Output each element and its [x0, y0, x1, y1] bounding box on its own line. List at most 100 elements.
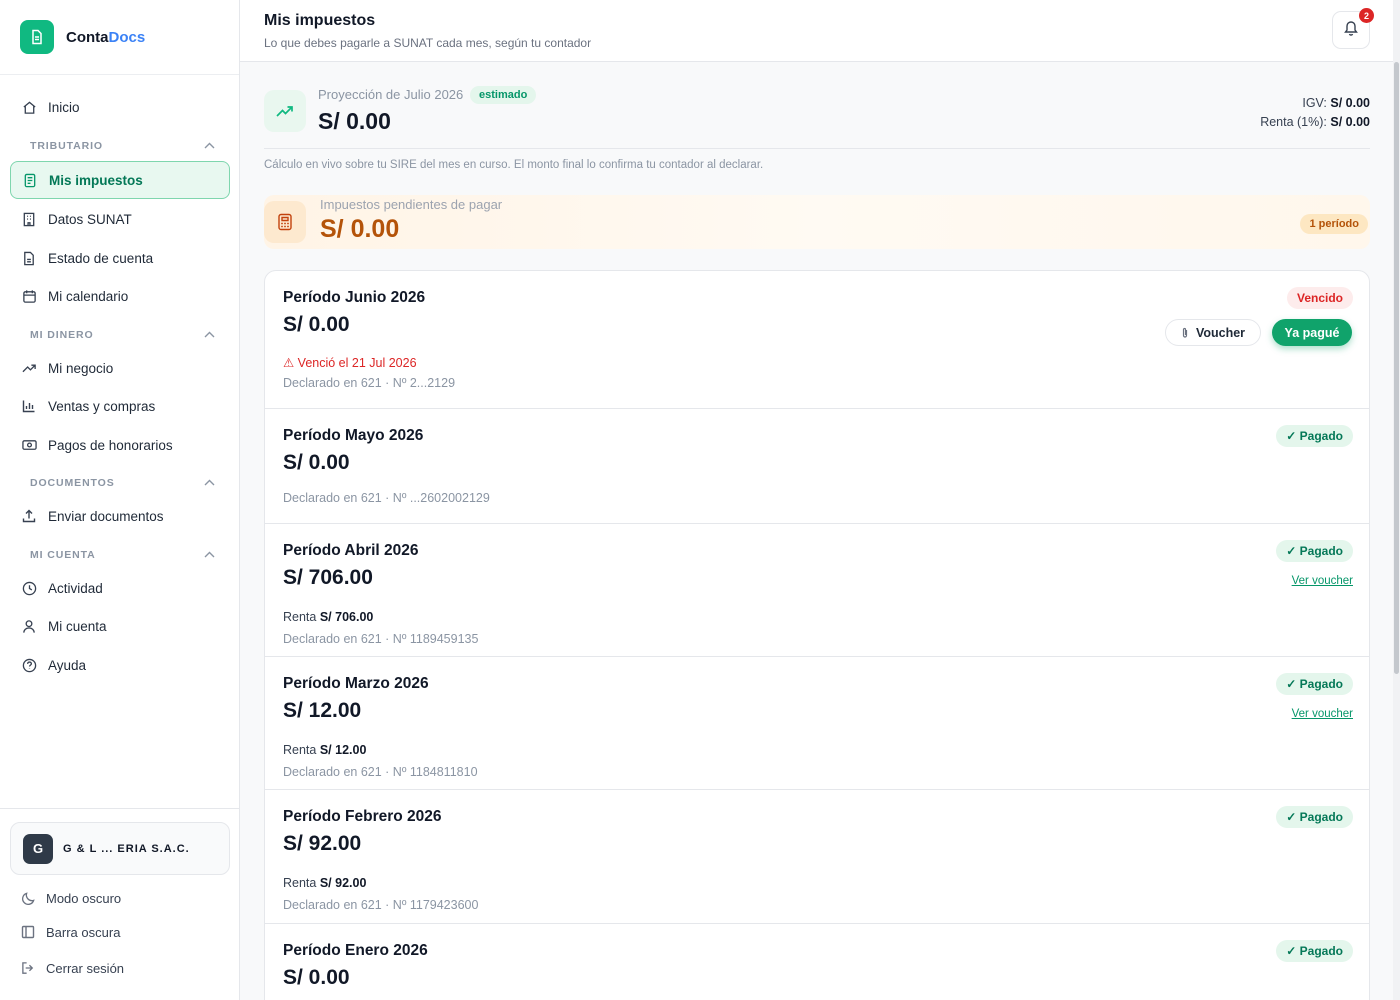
status-badge: ✓ Pagado — [1276, 673, 1353, 695]
periods-list: Período Junio 2026 S/ 0.00 ⚠ Venció el 2… — [264, 270, 1370, 1000]
renta-line: Renta S/ 706.00 — [283, 610, 374, 624]
section-mi-cuenta[interactable]: MI CUENTA — [30, 549, 215, 561]
estimated-badge: estimado — [470, 86, 537, 104]
period-amount: S/ 12.00 — [283, 699, 362, 722]
sidebar-item-label: Ventas y compras — [48, 398, 156, 414]
view-voucher-link[interactable]: Ver voucher — [1292, 575, 1353, 587]
period-amount: S/ 92.00 — [283, 832, 362, 855]
notifications-button[interactable]: 2 — [1332, 8, 1374, 49]
declaration-info: Declarado en 621 · Nº ...2602002129 — [283, 491, 490, 505]
projection-note: Cálculo en vivo sobre tu SIRE del mes en… — [264, 159, 764, 171]
renta-line: Renta S/ 92.00 — [283, 876, 367, 890]
bar-chart-icon — [21, 398, 37, 414]
declaration-info: Declarado en 621 · Nº 2...2129 — [283, 376, 456, 390]
voucher-button[interactable]: Voucher — [1165, 319, 1261, 346]
period-amount: S/ 0.00 — [283, 966, 350, 989]
avatar: G — [23, 833, 53, 864]
pending-count-badge: 1 período — [1300, 214, 1368, 234]
period-title: Período Febrero 2026 — [283, 808, 442, 825]
section-tributario[interactable]: TRIBUTARIO — [30, 140, 215, 152]
log-out-icon — [20, 960, 36, 976]
renta-line: Renta S/ 12.00 — [283, 743, 367, 757]
pending-label: Impuestos pendientes de pagar — [320, 197, 503, 212]
company-name: G & L ... ERIA S.A.C. — [63, 842, 190, 855]
sidebar-item-actividad[interactable]: Actividad — [10, 569, 230, 607]
period-card: Período Mayo 2026 S/ 0.00 Declarado en 6… — [265, 409, 1369, 524]
sidebar-item-label: Actividad — [48, 580, 103, 596]
sidebar-item-label: Estado de cuenta — [48, 250, 154, 266]
chevron-up-icon — [204, 140, 215, 152]
period-card: Período Junio 2026 S/ 0.00 ⚠ Venció el 2… — [265, 271, 1369, 409]
section-mi-dinero[interactable]: MI DINERO — [30, 329, 215, 341]
help-circle-icon — [21, 657, 37, 673]
clock-icon — [21, 580, 37, 596]
sidebar-item-enviar-documentos[interactable]: Enviar documentos — [10, 497, 230, 535]
sidebar-item-label: Mi negocio — [48, 360, 114, 376]
calendar-icon — [21, 288, 37, 304]
sidebar-item-label: Ayuda — [48, 657, 87, 673]
chevron-up-icon — [204, 549, 215, 561]
sidebar-item-label: Inicio — [48, 99, 80, 115]
trending-up-icon — [21, 360, 37, 376]
sidebar-item-label: Mis impuestos — [49, 172, 143, 188]
sidebar-item-ventas-compras[interactable]: Ventas y compras — [10, 387, 230, 425]
page-title: Mis impuestos — [264, 12, 376, 29]
view-voucher-link[interactable]: Ver voucher — [1292, 708, 1353, 720]
sidebar-item-mi-cuenta[interactable]: Mi cuenta — [10, 607, 230, 645]
dark-bar-toggle[interactable]: Barra oscura — [20, 924, 120, 940]
sidebar: ContaDocs Inicio TRIBUTARIO Mis impuesto… — [0, 0, 240, 1000]
sidebar-item-pagos-honorarios[interactable]: Pagos de honorarios — [10, 426, 230, 464]
period-title: Período Abril 2026 — [283, 542, 419, 559]
sidebar-item-mis-impuestos[interactable]: Mis impuestos — [10, 161, 230, 199]
sidebar-item-ayuda[interactable]: Ayuda — [10, 646, 230, 684]
declaration-info: Declarado en 621 · Nº 1189459135 — [283, 632, 479, 646]
sidebar-item-mi-calendario[interactable]: Mi calendario — [10, 277, 230, 315]
period-title: Período Enero 2026 — [283, 942, 428, 959]
file-icon — [21, 250, 37, 266]
period-amount: S/ 0.00 — [283, 451, 350, 474]
divider — [264, 148, 1370, 149]
projection-breakdown: IGV: S/ 0.00 Renta (1%): S/ 0.00 — [1260, 96, 1370, 129]
page-header: Mis impuestos Lo que debes pagarle a SUN… — [240, 0, 1395, 62]
period-card: Período Abril 2026 S/ 706.00 Renta S/ 70… — [265, 524, 1369, 657]
divider — [0, 808, 240, 809]
dark-mode-toggle[interactable]: Modo oscuro — [20, 890, 121, 906]
moon-icon — [20, 890, 36, 906]
sidebar-panel-icon — [20, 924, 36, 940]
calculator-icon — [264, 201, 306, 243]
sidebar-item-label: Mi calendario — [48, 288, 129, 304]
receipt-icon — [22, 172, 38, 188]
chevron-up-icon — [204, 477, 215, 489]
period-title: Período Marzo 2026 — [283, 675, 429, 692]
paperclip-icon — [1181, 327, 1189, 339]
mark-paid-button[interactable]: Ya pagué — [1272, 319, 1352, 346]
sidebar-item-label: Pagos de honorarios — [48, 437, 173, 453]
scrollbar-thumb[interactable] — [1394, 62, 1399, 674]
brand[interactable]: ContaDocs — [0, 0, 239, 75]
overdue-warning: ⚠ Venció el 21 Jul 2026 — [283, 356, 417, 370]
section-documentos[interactable]: DOCUMENTOS — [30, 477, 215, 489]
sidebar-item-inicio[interactable]: Inicio — [10, 88, 230, 126]
chevron-up-icon — [204, 329, 215, 341]
status-badge: Vencido — [1286, 287, 1353, 309]
period-amount: S/ 0.00 — [283, 313, 350, 336]
company-selector[interactable]: G G & L ... ERIA S.A.C. — [10, 822, 230, 875]
declaration-info: Declarado en 621 · Nº 1179423600 — [283, 898, 479, 912]
notification-badge: 2 — [1359, 8, 1374, 23]
pending-taxes-banner: Impuestos pendientes de pagar S/ 0.00 1 … — [264, 195, 1370, 249]
document-icon — [20, 20, 54, 54]
sidebar-item-datos-sunat[interactable]: Datos SUNAT — [10, 200, 230, 238]
period-title: Período Junio 2026 — [283, 289, 426, 306]
sidebar-item-mi-negocio[interactable]: Mi negocio — [10, 349, 230, 387]
pending-amount: S/ 0.00 — [320, 215, 400, 243]
logout-button[interactable]: Cerrar sesión — [20, 960, 124, 976]
projection-amount: S/ 0.00 — [318, 108, 391, 134]
period-amount: S/ 706.00 — [283, 566, 373, 589]
period-card: Período Enero 2026 S/ 0.00 ✓ Pagado — [265, 924, 1369, 1000]
projection-label: Proyección de Julio 2026 — [318, 87, 464, 102]
page-subtitle: Lo que debes pagarle a SUNAT cada mes, s… — [264, 36, 592, 50]
declaration-info: Declarado en 621 · Nº 1184811810 — [283, 765, 478, 779]
home-icon — [21, 99, 37, 115]
sidebar-item-estado-cuenta[interactable]: Estado de cuenta — [10, 239, 230, 277]
building-icon — [21, 211, 37, 227]
